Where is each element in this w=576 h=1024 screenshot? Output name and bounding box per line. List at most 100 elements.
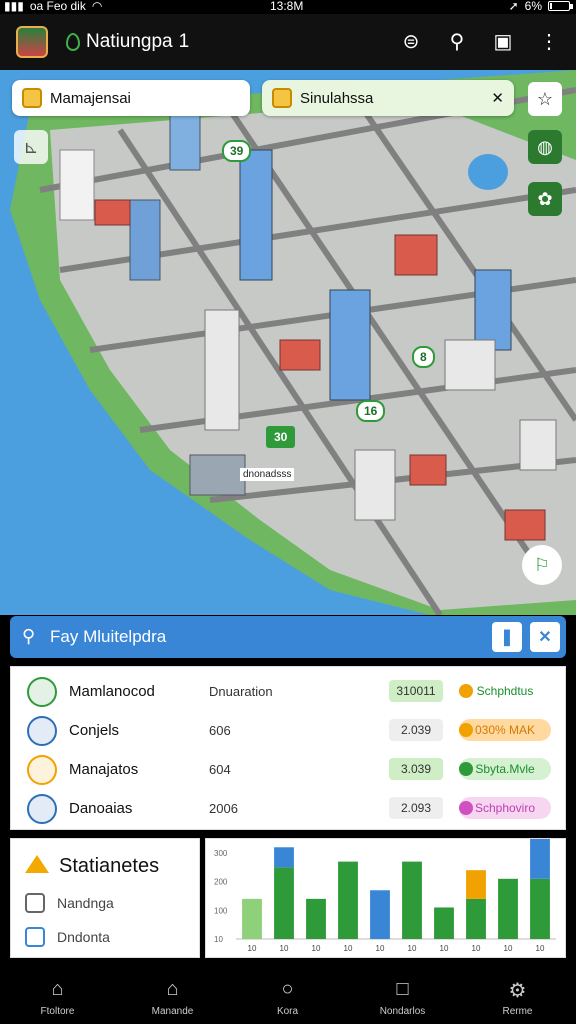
map-tag-icon [22, 88, 42, 108]
nav-item[interactable]: ○ Kora [230, 966, 345, 1024]
bar-chart-svg: 300 200 100 10 10 10 10 10 10 10 10 10 10 10 [214, 804, 556, 953]
signal-icon: ▮▮▮ [4, 0, 24, 13]
location-chip-left[interactable]: Mamajensai [12, 80, 250, 116]
status-dot-icon [459, 762, 473, 776]
search-bar[interactable]: ⚲ Fay Mluitelpdra ❚ ✕ [10, 616, 566, 658]
locate-button[interactable]: ◍ [528, 130, 562, 164]
nav-item-label: Ftoltore [40, 1006, 75, 1017]
x-tick-label: 10 [504, 944, 513, 953]
map-marker-selected[interactable]: 30 [266, 426, 296, 448]
settings-map-button[interactable]: ✿ [528, 182, 562, 216]
more-button[interactable]: ⋮ [532, 24, 566, 58]
map-marker[interactable]: 8 [412, 346, 435, 368]
bookmark-icon: ❚ [500, 629, 514, 646]
nav-item[interactable]: ⌂ Ftoltore [0, 966, 115, 1024]
nav-item[interactable]: ⌂ Manande [115, 966, 230, 1024]
list-item[interactable]: Danoaias 2006 2.093 Schphoviro [11, 788, 567, 828]
nav-item[interactable]: ⚙ Rerme [460, 966, 575, 1024]
status-dot-icon [459, 684, 473, 698]
chart-toggle-button[interactable]: ⊾ [14, 130, 48, 164]
panel-icon: ▣ [493, 30, 513, 53]
x-tick-label: 10 [440, 944, 449, 953]
location-chip-right-label: Sinulahssa [300, 89, 374, 107]
route-icon: ⚐ [533, 554, 551, 575]
search-button[interactable]: ⚲ [440, 24, 474, 58]
list-item-name: Mamlanocod [69, 683, 155, 700]
battery-fill [550, 3, 552, 9]
list-item[interactable]: Conjels 606 2.039 030% MAK [11, 710, 567, 750]
map-marker[interactable]: 39 [222, 140, 252, 162]
lock-icon [25, 893, 45, 913]
city-map[interactable]: Mamajensai Sinulahssa ✕ ☆ ⊾ ◍ ✿ ⚐ 39 8 1… [0, 70, 576, 615]
bookmark-button[interactable]: ❚ [492, 622, 522, 652]
list-item-value: 3.039 [389, 758, 443, 780]
directions-button[interactable]: ⚐ [522, 545, 562, 585]
battery-percent: 6% [524, 0, 542, 13]
list-item-name: Manajatos [69, 761, 139, 778]
compass-icon: ⊜ [402, 30, 420, 53]
clear-search-button[interactable]: ✕ [530, 622, 560, 652]
x-tick-label: 10 [472, 944, 481, 953]
status-dot-icon [459, 723, 473, 737]
home-alt-icon: ⌂ [166, 978, 179, 1000]
search-query: Mluitelpdra [83, 627, 167, 646]
app-bar: Natiungpa 1 ⊜ ⚲ ▣ ⋮ [0, 14, 576, 70]
favorite-button[interactable]: ☆ [528, 82, 562, 116]
pond [468, 154, 508, 190]
stats-card: Statianetes Nandnga Dndonta [10, 838, 200, 958]
list-item-value: 2.039 [389, 719, 443, 741]
more-vert-icon: ⋮ [539, 30, 559, 53]
square-icon: □ [396, 978, 409, 1000]
map-marker[interactable]: 16 [356, 400, 386, 422]
stats-item-label: Dndonta [57, 929, 110, 945]
nav-item[interactable]: □ Nondarlos [345, 966, 460, 1024]
bar [530, 804, 550, 879]
compass-button[interactable]: ⊜ [394, 24, 428, 58]
stats-title: Statianetes [59, 855, 160, 877]
carrier-label: oa Feo dik [29, 0, 86, 13]
close-icon[interactable]: ✕ [491, 89, 504, 107]
nav-item-label: Kora [276, 1006, 299, 1017]
list-item-type: 604 [209, 762, 231, 777]
bar [434, 907, 454, 939]
status-dot-icon [459, 801, 473, 815]
place-icon [27, 794, 57, 824]
bar [338, 861, 358, 939]
y-tick-label: 200 [214, 878, 228, 887]
app-logo [16, 26, 48, 58]
x-tick-label: 10 [248, 944, 257, 953]
calendar-icon [25, 927, 45, 947]
clock: 13:8M [270, 0, 304, 13]
circle-icon: ○ [281, 978, 294, 1000]
bar [242, 898, 262, 939]
leaf-icon [66, 33, 80, 51]
bar [274, 847, 294, 868]
app-title-suffix: 1 [178, 31, 190, 52]
list-item[interactable]: Manajatos 604 3.039 Sbyta.Mvle [11, 749, 567, 789]
list-item-type: 606 [209, 723, 231, 738]
list-item-type: 2006 [209, 801, 238, 816]
pin-icon: ◍ [537, 136, 553, 157]
search-icon: ⚲ [22, 626, 36, 646]
y-tick-label: 300 [214, 849, 228, 858]
map-canvas [0, 70, 576, 615]
stats-item[interactable]: Dndonta [25, 927, 110, 947]
bar [466, 870, 486, 899]
map-marker-caption: dnonadsss [240, 468, 295, 481]
bar [274, 867, 294, 939]
list-item[interactable]: Mamlanocod Dnuaration 310011 Schphdtus [11, 671, 567, 711]
x-tick-label: 10 [280, 944, 289, 953]
list-item-name: Conjels [69, 722, 120, 739]
list-item-name: Danoaias [69, 800, 133, 817]
stats-item[interactable]: Nandnga [25, 893, 114, 913]
nav-item-label: Nondarlos [379, 1006, 426, 1017]
layers-button[interactable]: ▣ [486, 24, 520, 58]
stats-item-label: Nandnga [57, 895, 114, 911]
location-chip-right[interactable]: Sinulahssa ✕ [262, 80, 514, 116]
bar [530, 878, 550, 939]
status-bar: ▮▮▮ oa Feo dik ◠ 13:8M ➚ 6% [0, 0, 576, 14]
location-icon: ➚ [508, 0, 519, 13]
nav-item-label: Manande [151, 1006, 194, 1017]
place-icon [27, 677, 57, 707]
bar [306, 898, 326, 939]
